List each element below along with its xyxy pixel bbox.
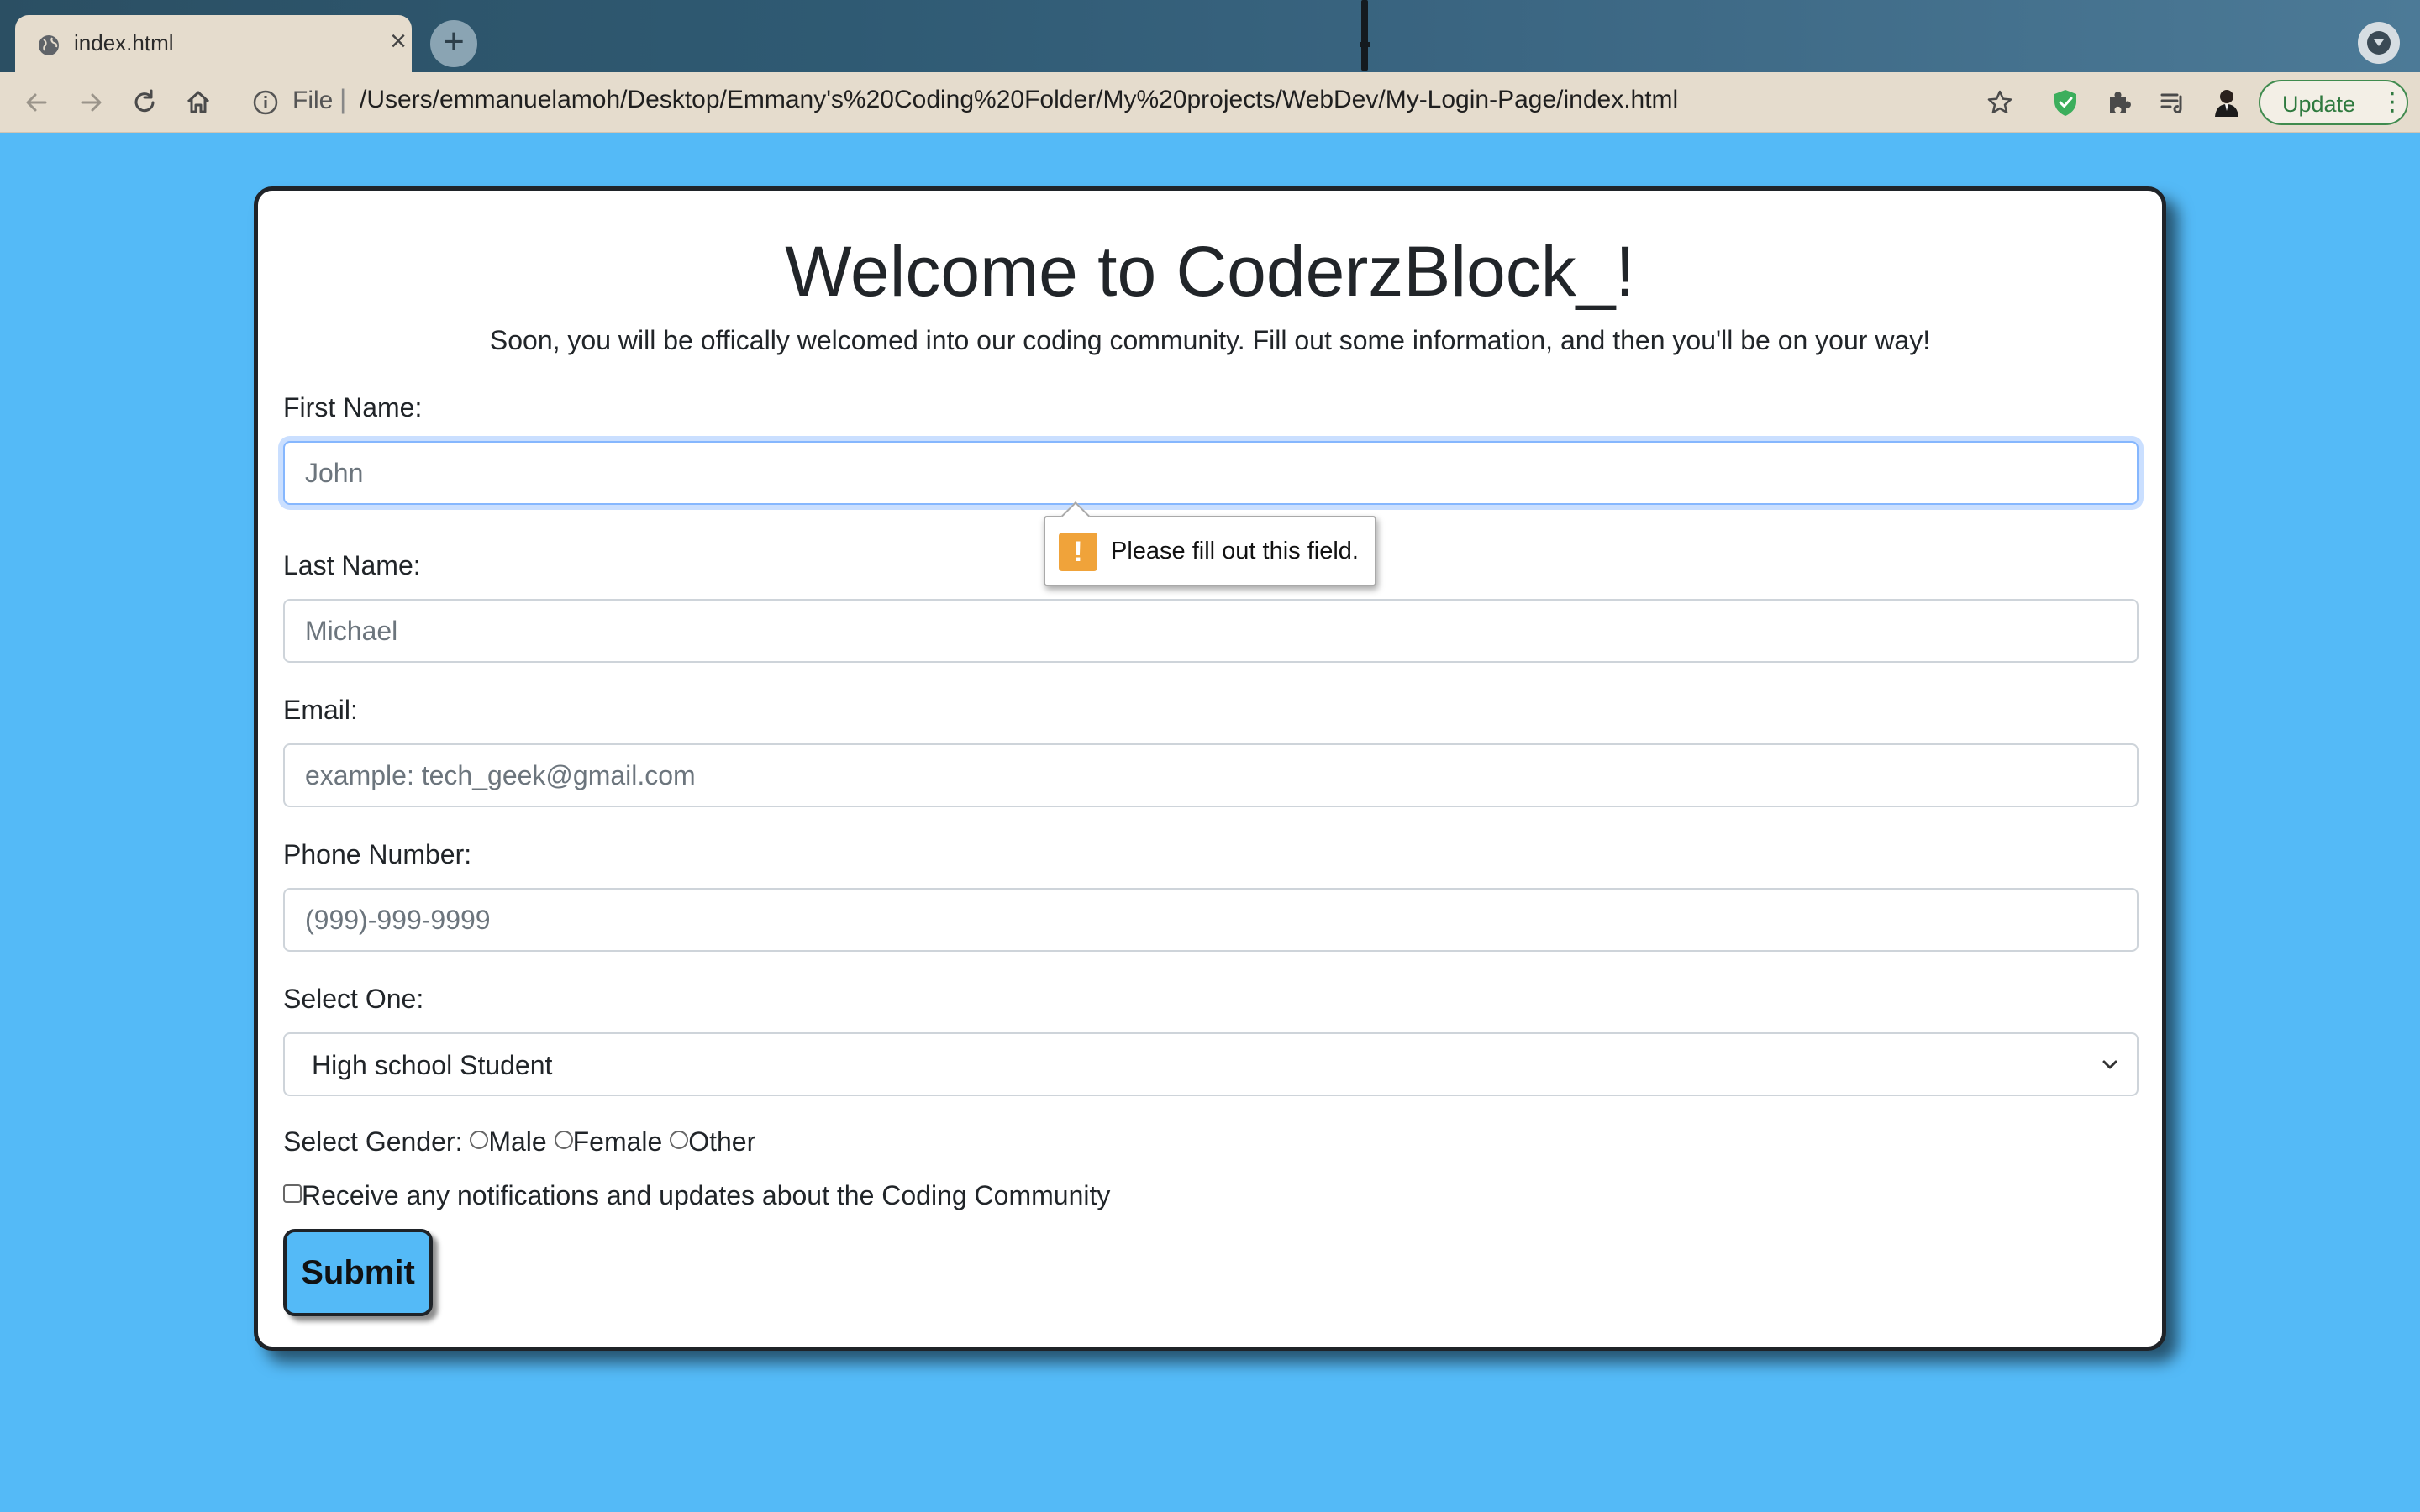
select-one-label: Select One: [283, 984, 424, 1014]
reading-list-icon[interactable] [2156, 86, 2190, 119]
gender-row: Select Gender: Male Female Other [283, 1126, 755, 1158]
gender-label: Select Gender: [283, 1126, 463, 1157]
tab-close-icon[interactable]: × [383, 27, 413, 57]
submit-button[interactable]: Submit [283, 1229, 433, 1316]
globe-icon [39, 35, 59, 55]
back-icon[interactable] [20, 86, 54, 119]
validation-tooltip: ! Please fill out this field. [1044, 501, 1376, 586]
notifications-row: Receive any notifications and updates ab… [283, 1180, 1110, 1211]
notifications-label[interactable]: Receive any notifications and updates ab… [302, 1180, 1110, 1210]
occupation-select-value: High school Student [312, 1050, 553, 1080]
background-tower-image [1360, 0, 1370, 71]
shield-extension-icon[interactable] [2049, 86, 2082, 119]
puzzle-extensions-icon[interactable] [2102, 86, 2136, 119]
gender-male-radio[interactable] [470, 1131, 489, 1149]
new-tab-button[interactable]: + [430, 20, 477, 67]
email-input[interactable] [283, 743, 2139, 807]
chevron-down-icon [2102, 1060, 2118, 1069]
notifications-checkbox[interactable] [283, 1184, 302, 1203]
info-icon[interactable] [250, 87, 281, 118]
browser-tabstrip: index.html × + [0, 0, 2420, 72]
profile-avatar-icon[interactable] [2208, 83, 2245, 120]
page-title: Welcome to CoderzBlock_! [785, 232, 1635, 311]
bookmark-star-icon[interactable] [1983, 86, 2017, 119]
forward-icon[interactable] [74, 86, 108, 119]
phone-label: Phone Number: [283, 839, 472, 869]
gender-female-radio[interactable] [554, 1131, 573, 1149]
update-button[interactable]: Update ⋮ [2259, 80, 2408, 125]
phone-input[interactable] [283, 888, 2139, 952]
occupation-select[interactable]: High school Student [283, 1032, 2139, 1096]
last-name-input[interactable] [283, 599, 2139, 663]
signup-card: Welcome to CoderzBlock_! Soon, you will … [254, 186, 2166, 1351]
update-label: Update [2282, 92, 2356, 117]
tab-search-icon[interactable] [2358, 22, 2400, 64]
gender-other-label[interactable]: Other [688, 1126, 755, 1157]
address-bar-url[interactable]: /Users/emmanuelamoh/Desktop/Emmany's%20C… [360, 86, 1678, 114]
address-scheme: File [292, 87, 334, 114]
tab-title: index.html [74, 30, 174, 55]
validation-message: Please fill out this field. [1111, 538, 1359, 564]
gender-other-radio[interactable] [670, 1131, 689, 1149]
address-separator: | [339, 84, 347, 114]
home-icon[interactable] [182, 86, 215, 119]
last-name-label: Last Name: [283, 550, 421, 580]
browser-tab-active[interactable]: index.html × [15, 15, 412, 72]
page-subtitle: Soon, you will be offically welcomed int… [489, 325, 1931, 355]
gender-female-label[interactable]: Female [573, 1126, 663, 1157]
first-name-label: First Name: [283, 392, 423, 423]
email-label: Email: [283, 695, 358, 725]
browser-menu-icon[interactable]: ⋮ [2380, 88, 2405, 117]
first-name-input[interactable] [283, 441, 2139, 505]
gender-male-label[interactable]: Male [488, 1126, 546, 1157]
reload-icon[interactable] [128, 86, 161, 119]
browser-toolbar: File | /Users/emmanuelamoh/Desktop/Emman… [0, 72, 2420, 133]
warning-icon: ! [1059, 533, 1097, 571]
